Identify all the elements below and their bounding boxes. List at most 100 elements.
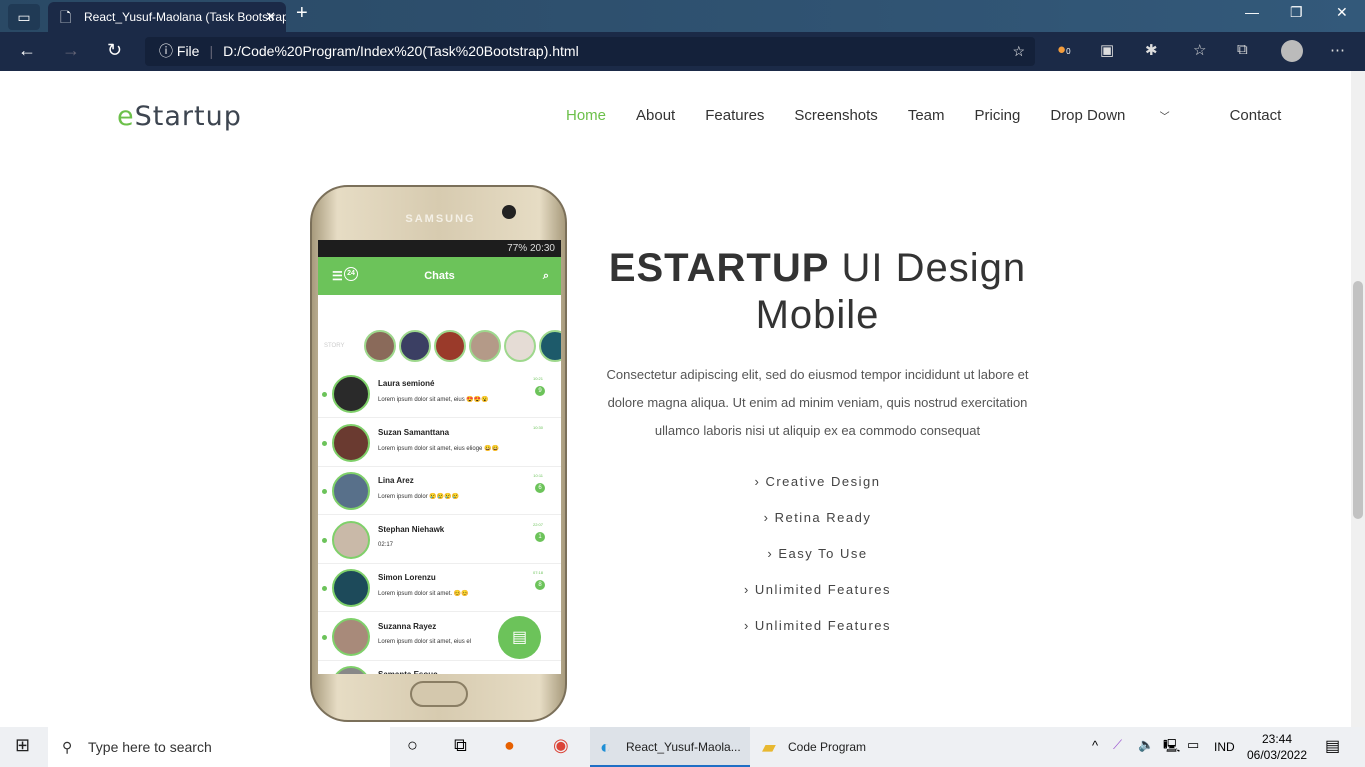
story-avatar: [399, 330, 431, 362]
extension2-icon[interactable]: ▣: [1100, 41, 1114, 59]
scrollbar-thumb[interactable]: [1353, 281, 1363, 519]
chat-time: 22:07: [532, 521, 543, 527]
phone-screen: 77% 20:30 ☰ 24 Chats ⌕ STORY Laura semioné L…: [318, 240, 561, 674]
story-avatar: [504, 330, 536, 362]
chat-name: Samanta Esouc: [378, 670, 438, 674]
back-icon[interactable]: ←: [18, 40, 36, 61]
chat-item: Lina Arez Lorem ipsum dolor 😢😢😢😢 10:11 6: [318, 467, 561, 515]
url-scheme: File: [176, 43, 200, 59]
windows-start-icon[interactable]: ⊞: [15, 735, 30, 756]
language-indicator[interactable]: IND: [1214, 740, 1235, 754]
new-message-button: ▤: [498, 616, 541, 659]
url-input[interactable]: ⓘ File | D:/Code%20Program/Index%20(Task%2…: [145, 37, 1035, 66]
extensions-icon[interactable]: ✱: [1145, 41, 1158, 59]
nav-home[interactable]: Home: [566, 107, 606, 124]
avatar: [332, 569, 370, 607]
notifications-icon[interactable]: ▤: [1325, 736, 1340, 756]
profile-avatar[interactable]: [1281, 40, 1303, 62]
favorites-icon[interactable]: ☆: [1193, 41, 1206, 59]
avatar: [332, 617, 370, 656]
new-tab-button[interactable]: +: [296, 2, 308, 25]
collections-icon[interactable]: ⧉: [1237, 41, 1248, 58]
phone-brand: SAMSUNG: [405, 213, 476, 225]
search-icon: ⌕: [542, 270, 549, 282]
chat-name: Lina Arez: [378, 476, 414, 485]
menu-badge: 24: [344, 267, 358, 281]
nav-screenshots[interactable]: Screenshots: [794, 107, 877, 124]
info-icon: ⓘ: [159, 43, 177, 59]
taskbar: ⊞ ⚲ Type here to search ○ ⧉ ● ◉ ◐ React_Yu…: [0, 727, 1365, 767]
chat-time: 10:11: [533, 473, 543, 478]
nav-contact[interactable]: Contact: [1230, 107, 1282, 124]
nav-menu: Home About Features Screenshots Team Pri…: [566, 107, 1311, 124]
forward-icon[interactable]: →: [62, 40, 80, 61]
more-icon[interactable]: ⋯: [1330, 41, 1345, 59]
unread-badge: 9: [535, 386, 545, 396]
restore-button[interactable]: ❐: [1290, 4, 1303, 21]
chat-time: 10:30: [532, 424, 543, 430]
close-tab-icon[interactable]: ✕: [265, 2, 276, 32]
chat-time: 10:21: [532, 376, 543, 381]
chat-name: Suzan Samanttana: [378, 427, 450, 437]
chat-name: Stephan Niehawk: [378, 524, 445, 534]
story-label: STORY: [324, 343, 345, 349]
page: eStartup Home About Features Screenshots…: [0, 71, 1351, 727]
volume-icon[interactable]: 🔈: [1138, 737, 1154, 753]
logo[interactable]: eStartup: [117, 101, 242, 132]
nav-features[interactable]: Features: [705, 107, 764, 124]
chat-item: Laura semioné Lorem ipsum dolor sit amet,…: [318, 370, 561, 418]
taskbar-search[interactable]: ⚲ Type here to search: [48, 727, 390, 767]
extension-icon[interactable]: ●0: [1057, 41, 1071, 58]
address-bar: ← → ↻ ⓘ File | D:/Code%20Program/Index%20(…: [0, 32, 1365, 71]
chat-message: Lorem ipsum dolor sit amet, eius el: [378, 638, 472, 645]
chat-item: Stephan Niehawk 02:17 22:07 1: [318, 516, 561, 564]
nav-pricing[interactable]: Pricing: [975, 107, 1021, 124]
edge-icon: ◐: [600, 737, 611, 757]
folder-icon: ▰: [762, 737, 776, 757]
home-button: [410, 681, 468, 707]
firefox-icon[interactable]: ●: [504, 735, 515, 756]
network-icon[interactable]: 🖳: [1163, 737, 1180, 759]
chat-item: Suzan Samanttana Lorem ipsum dolor sit am…: [318, 419, 561, 467]
taskbar-app-explorer[interactable]: ▰ Code Program: [752, 727, 907, 767]
chat-message: Lorem ipsum dolor sit amet. 😊😊: [378, 591, 469, 597]
chat-message: Lorem ipsum dolor sit amet, eius 😍😍😮: [378, 397, 489, 403]
online-dot: [322, 489, 327, 494]
story-avatar: [539, 330, 561, 362]
chrome-icon[interactable]: ◉: [553, 735, 569, 756]
clock[interactable]: 23:44 06/03/2022: [1245, 731, 1309, 763]
taskbar-app-edge[interactable]: ◐ React_Yusuf-Maola...: [590, 727, 750, 767]
camera-icon: [502, 205, 516, 219]
task-view-icon[interactable]: ⧉: [454, 735, 467, 756]
battery-icon[interactable]: ▭: [1187, 737, 1199, 753]
chat-name: Simon Lorenzu: [378, 573, 436, 582]
refresh-icon[interactable]: ↻: [107, 40, 122, 61]
feature-item: › Unlimited Features: [743, 582, 892, 597]
pen-icon[interactable]: ⟋: [1113, 737, 1122, 753]
chat-message: 02:17: [378, 541, 394, 548]
nav-about[interactable]: About: [636, 107, 675, 124]
online-dot: [322, 537, 327, 543]
story-avatar: [364, 330, 396, 362]
feature-item: › Creative Design: [754, 474, 881, 489]
close-button[interactable]: ✕: [1336, 4, 1348, 21]
avatar: [332, 520, 370, 559]
tray-chevron-icon[interactable]: ^: [1092, 738, 1098, 753]
scrollbar[interactable]: [1351, 71, 1365, 727]
chevron-down-icon: ﹀: [1159, 112, 1170, 123]
nav-dropdown[interactable]: Drop Down ﹀: [1050, 107, 1199, 124]
tab-active[interactable]: 🗋 React_Yusuf-Maolana (Task Bootstrap) ✕: [48, 2, 286, 32]
online-dot: [322, 440, 327, 446]
avatar: [332, 423, 370, 462]
tab-actions-icon[interactable]: ▭: [8, 4, 40, 30]
story-avatar: [469, 330, 501, 362]
chat-item: Samanta Esouc: [318, 661, 561, 674]
menu-icon: ☰: [332, 269, 343, 283]
online-dot: [322, 392, 327, 397]
chat-title: Chats: [424, 270, 455, 282]
cortana-icon[interactable]: ○: [407, 735, 418, 756]
online-dot: [322, 634, 327, 640]
nav-team[interactable]: Team: [908, 107, 945, 124]
favorite-icon[interactable]: ☆: [1012, 37, 1025, 66]
minimize-button[interactable]: —: [1245, 4, 1259, 20]
